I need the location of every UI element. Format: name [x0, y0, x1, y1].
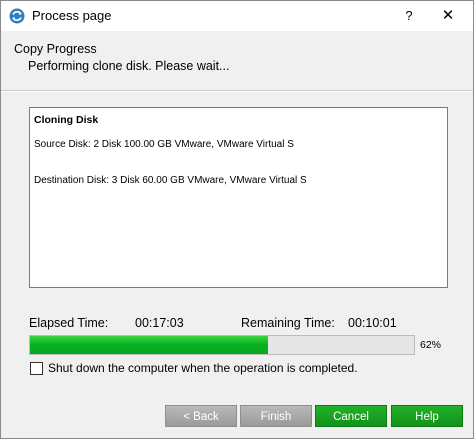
cancel-button[interactable]: Cancel: [315, 405, 387, 427]
header-divider: [1, 90, 473, 92]
info-title: Cloning Disk: [34, 114, 99, 126]
page-subtitle: Performing clone disk. Please wait...: [28, 59, 230, 73]
process-page-window: Process page ? ✕ Copy Progress Performin…: [0, 0, 474, 439]
source-disk-text: Source Disk: 2 Disk 100.00 GB VMware, VM…: [34, 139, 294, 150]
help-button[interactable]: Help: [391, 405, 463, 427]
back-button[interactable]: < Back: [165, 405, 237, 427]
window-title: Process page: [32, 8, 112, 23]
title-bar: Process page ? ✕: [1, 1, 473, 31]
close-button[interactable]: ✕: [437, 5, 459, 27]
remaining-time-value: 00:10:01: [348, 316, 397, 330]
shutdown-checkbox[interactable]: [30, 362, 43, 375]
elapsed-time-label: Elapsed Time:: [29, 316, 109, 330]
disk-clone-icon: [9, 8, 25, 24]
elapsed-time-value: 00:17:03: [135, 316, 184, 330]
destination-disk-text: Destination Disk: 3 Disk 60.00 GB VMware…: [34, 175, 307, 186]
finish-button[interactable]: Finish: [240, 405, 312, 427]
clone-info-panel: Cloning Disk Source Disk: 2 Disk 100.00 …: [29, 107, 448, 288]
help-title-button[interactable]: ?: [399, 5, 419, 27]
progress-percent: 62%: [420, 339, 442, 351]
progress-bar: [29, 335, 415, 355]
progress-bar-fill: [30, 336, 269, 354]
remaining-time-label: Remaining Time:: [241, 316, 335, 330]
page-title: Copy Progress: [14, 42, 97, 56]
shutdown-checkbox-label[interactable]: Shut down the computer when the operatio…: [48, 361, 358, 375]
